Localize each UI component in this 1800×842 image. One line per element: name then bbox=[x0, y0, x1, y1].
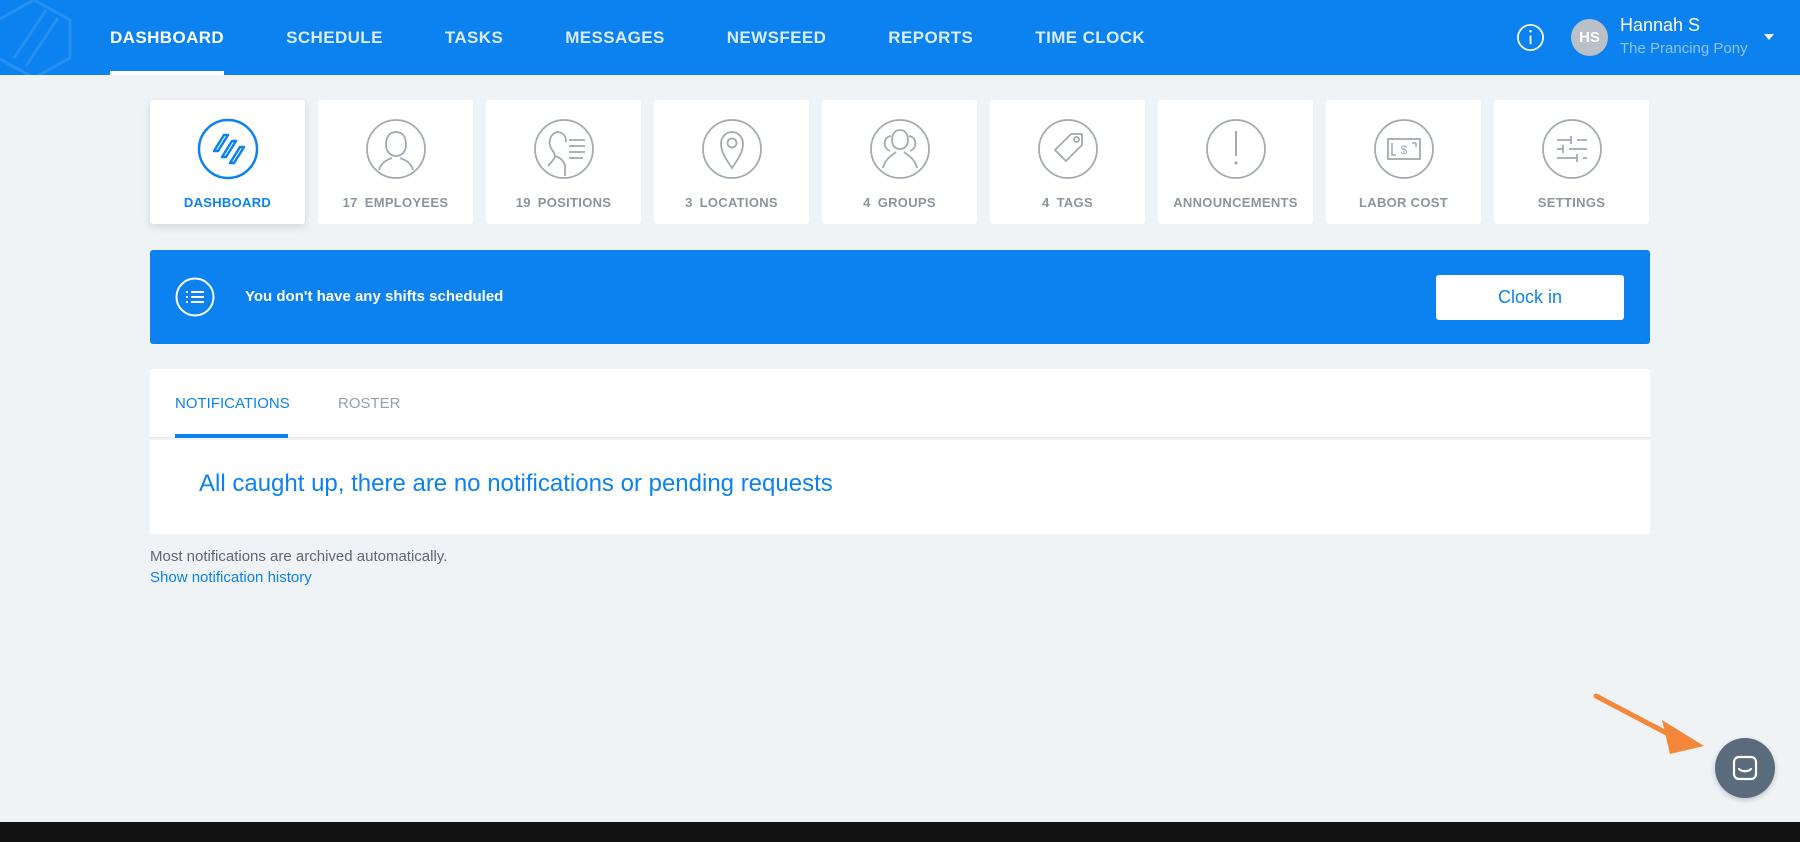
shift-banner: You don't have any shifts scheduled Cloc… bbox=[150, 250, 1650, 344]
group-icon bbox=[869, 119, 930, 179]
svg-text:$: $ bbox=[1400, 143, 1407, 157]
tile-count: 17 bbox=[342, 195, 358, 210]
top-navbar: DASHBOARD SCHEDULE TASKS MESSAGES NEWSFE… bbox=[0, 0, 1800, 75]
tile-locations[interactable]: 3 LOCATIONS bbox=[654, 100, 809, 224]
map-pin-icon bbox=[701, 119, 762, 179]
tag-icon bbox=[1037, 119, 1098, 179]
tile-announcements[interactable]: ANNOUNCEMENTS bbox=[1158, 100, 1313, 224]
person-icon bbox=[365, 119, 426, 179]
chat-icon bbox=[1732, 755, 1758, 781]
nav-dashboard[interactable]: DASHBOARD bbox=[110, 0, 225, 75]
sliders-icon bbox=[1541, 119, 1602, 179]
tile-label-text: EMPLOYEES bbox=[364, 195, 449, 210]
feature-tiles: DASHBOARD 17 EMPLOYEES 19 POSITIONS 3 LO… bbox=[150, 100, 1649, 224]
show-notification-history-link[interactable]: Show notification history bbox=[150, 569, 312, 586]
nav-tasks[interactable]: TASKS bbox=[445, 0, 503, 75]
tile-count: 4 bbox=[863, 195, 871, 210]
tab-roster[interactable]: ROSTER bbox=[338, 395, 401, 412]
nav-messages[interactable]: MESSAGES bbox=[565, 0, 665, 75]
tile-count: 4 bbox=[1042, 195, 1050, 210]
user-organization: The Prancing Pony bbox=[1620, 40, 1748, 57]
tile-count: 19 bbox=[515, 195, 531, 210]
nav-reports[interactable]: REPORTS bbox=[888, 0, 973, 75]
no-shifts-message: You don't have any shifts scheduled bbox=[245, 288, 504, 305]
clock-in-button[interactable]: Clock in bbox=[1436, 275, 1624, 320]
tile-label-text: GROUPS bbox=[877, 195, 936, 210]
tile-label: DASHBOARD bbox=[183, 195, 272, 210]
schedule-list-icon bbox=[175, 277, 215, 317]
tile-label-text: LOCATIONS bbox=[699, 195, 778, 210]
nav-schedule[interactable]: SCHEDULE bbox=[286, 0, 383, 75]
tile-label: 3 LOCATIONS bbox=[685, 195, 778, 210]
archive-note: Most notifications are archived automati… bbox=[150, 548, 448, 565]
chevron-down-icon[interactable] bbox=[1764, 34, 1774, 40]
tile-settings[interactable]: SETTINGS bbox=[1494, 100, 1649, 224]
tile-groups[interactable]: 4 GROUPS bbox=[822, 100, 977, 224]
empty-notifications-message: All caught up, there are no notification… bbox=[199, 470, 833, 497]
logo-icon[interactable] bbox=[0, 0, 74, 75]
main-nav: DASHBOARD SCHEDULE TASKS MESSAGES NEWSFE… bbox=[110, 0, 1207, 75]
notifications-panel: All caught up, there are no notification… bbox=[150, 440, 1650, 534]
tile-dashboard[interactable]: DASHBOARD bbox=[150, 100, 305, 224]
active-tab-indicator bbox=[175, 434, 288, 438]
chat-launcher-button[interactable] bbox=[1715, 738, 1775, 798]
bottom-bar bbox=[0, 822, 1800, 842]
tile-positions[interactable]: 19 POSITIONS bbox=[486, 100, 641, 224]
tile-tags[interactable]: 4 TAGS bbox=[990, 100, 1145, 224]
exclamation-icon bbox=[1205, 119, 1266, 179]
tile-labor-cost[interactable]: $ LABOR COST bbox=[1326, 100, 1481, 224]
tile-label: 4 GROUPS bbox=[863, 195, 936, 210]
tile-label-text: POSITIONS bbox=[537, 195, 612, 210]
nav-time-clock[interactable]: TIME CLOCK bbox=[1035, 0, 1145, 75]
notifications-tabs: NOTIFICATIONS ROSTER bbox=[150, 369, 1650, 438]
tab-notifications[interactable]: NOTIFICATIONS bbox=[175, 395, 290, 412]
tile-label: LABOR COST bbox=[1359, 195, 1448, 210]
tile-count: 3 bbox=[685, 195, 693, 210]
money-icon: $ bbox=[1373, 119, 1434, 179]
user-name[interactable]: Hannah S bbox=[1620, 15, 1700, 36]
tile-label-text: TAGS bbox=[1056, 195, 1093, 210]
tile-employees[interactable]: 17 EMPLOYEES bbox=[318, 100, 473, 224]
position-icon bbox=[533, 119, 594, 179]
dashboard-icon bbox=[197, 118, 258, 180]
tile-label: 4 TAGS bbox=[1042, 195, 1093, 210]
pointer-arrow-icon bbox=[1593, 693, 1704, 754]
tile-label: 19 POSITIONS bbox=[516, 195, 612, 210]
tile-label: SETTINGS bbox=[1537, 195, 1606, 210]
tile-label: 17 EMPLOYEES bbox=[343, 195, 449, 210]
avatar[interactable]: HS bbox=[1571, 19, 1608, 56]
nav-newsfeed[interactable]: NEWSFEED bbox=[727, 0, 827, 75]
tile-label: ANNOUNCEMENTS bbox=[1173, 195, 1298, 210]
info-icon[interactable] bbox=[1516, 23, 1545, 52]
